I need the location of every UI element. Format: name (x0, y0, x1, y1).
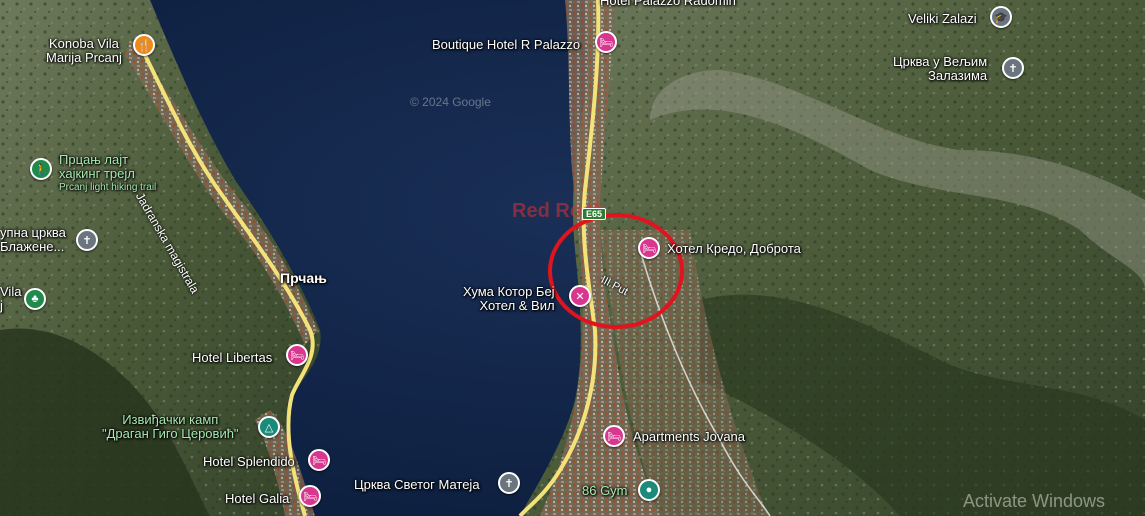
bed-icon[interactable]: 🛏 (638, 237, 660, 259)
place-veliki-zalazi[interactable]: Veliki Zalazi (908, 12, 977, 26)
cross-icon[interactable]: ✝ (76, 229, 98, 251)
bed-icon[interactable]: 🛏 (308, 449, 330, 471)
cross-icon[interactable]: ✝ (498, 472, 520, 494)
place-prcanj-trail-cyrillic[interactable]: Прцањ лајт хајкинг трејл (59, 153, 135, 181)
place-hotel-libertas[interactable]: Hotel Libertas (192, 351, 272, 365)
bed-icon[interactable]: 🛏 (595, 31, 617, 53)
google-copyright: © 2024 Google (410, 95, 491, 109)
activate-windows-watermark: Activate Windows (962, 491, 1105, 511)
place-boutique-hotel-r-palazzo[interactable]: Boutique Hotel R Palazzo (432, 38, 580, 52)
place-prcanj[interactable]: Прчањ (280, 271, 327, 285)
place-vila-left[interactable]: Vila j (0, 285, 21, 313)
place-crkva-svetog-mateja[interactable]: Црква Светог Матеја (354, 478, 480, 492)
place-hotel-palazzo-top[interactable]: Hotel Palazzo Radomiri (600, 0, 736, 8)
cross-icon[interactable]: ✝ (1002, 57, 1024, 79)
restaurant-icon[interactable]: 🍴 (133, 34, 155, 56)
gym-icon[interactable]: ● (638, 479, 660, 501)
place-hotel-splendido[interactable]: Hotel Splendido (203, 455, 295, 469)
place-konoba-vila-marija[interactable]: Konoba Vila Marija Prcanj (46, 37, 122, 65)
place-hotel-kredo[interactable]: Хотел Кредо, Доброта (667, 242, 801, 256)
place-hotel-galia[interactable]: Hotel Galia (225, 492, 289, 506)
place-prcanj-trail-latin: Prcanj light hiking trail (59, 182, 157, 193)
school-icon[interactable]: 🎓 (990, 6, 1012, 28)
route-shield: E65 (582, 208, 607, 220)
place-apartments-jovana[interactable]: Apartments Jovana (633, 430, 745, 444)
place-86-gym[interactable]: 86 Gym (582, 484, 628, 498)
resort-icon[interactable]: ✕ (569, 285, 591, 307)
place-church-left[interactable]: упна црква Блажене... (0, 226, 66, 254)
tree-icon[interactable]: ♣ (24, 288, 46, 310)
place-crkva-velji-zalazi[interactable]: Црква у Вељим Залазима (893, 55, 987, 83)
bed-icon[interactable]: 🛏 (603, 425, 625, 447)
bed-icon[interactable]: 🛏 (286, 344, 308, 366)
bed-icon[interactable]: 🛏 (299, 485, 321, 507)
place-scout-camp[interactable]: Извиђачки камп "Драган Гиго Церовић" (102, 413, 239, 441)
campground-icon[interactable]: △ (258, 416, 280, 438)
place-huma-kotor-bay[interactable]: Хума Котор Беј Хотел & Вил (463, 285, 555, 313)
hiking-icon[interactable]: 🚶 (30, 158, 52, 180)
